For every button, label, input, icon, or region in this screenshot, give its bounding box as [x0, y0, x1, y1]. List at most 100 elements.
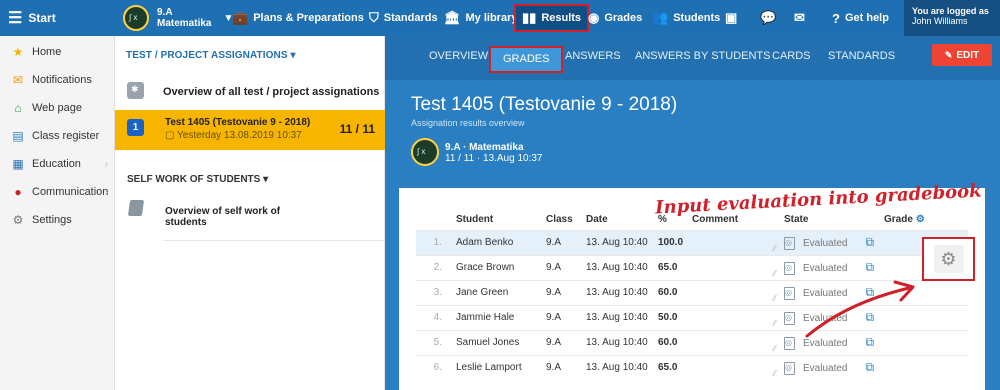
- external-link-icon[interactable]: ⧉: [865, 360, 874, 374]
- student-name: Grace Brown: [452, 254, 542, 280]
- comment-field[interactable]: [688, 354, 780, 380]
- nav-plans-preparations[interactable]: 💼 Plans & Preparations: [232, 0, 364, 36]
- assignations-dropdown[interactable]: TEST / PROJECT ASSIGNATIONS ▾: [126, 50, 296, 61]
- comment-field[interactable]: [688, 279, 780, 305]
- start-menu-button[interactable]: ☰ Start: [0, 0, 115, 36]
- state-label: Evaluated: [803, 237, 848, 249]
- grade-input-button[interactable]: ⚙: [922, 237, 975, 281]
- overview-icon: [127, 82, 144, 99]
- class-selector[interactable]: 9.A Matematika ▼: [123, 4, 233, 32]
- score-percent: 60.0: [654, 279, 688, 305]
- nav-my-library[interactable]: 🏛 My library: [444, 0, 517, 36]
- header-date[interactable]: Date: [582, 210, 654, 230]
- assignation-count: 11 / 11: [339, 122, 375, 136]
- sidebar-item-settings[interactable]: ⚙ Settings: [0, 206, 114, 234]
- table-row[interactable]: 1. Adam Benko 9.A 13. Aug 10:40 100.0 Ev…: [416, 229, 968, 255]
- student-name: Leslie Lamport: [452, 354, 542, 380]
- book-icon: [127, 200, 145, 216]
- comment-field[interactable]: [688, 329, 780, 355]
- header-student[interactable]: Student: [452, 210, 542, 230]
- results-card: Student Class Date % Comment State Grade…: [399, 188, 985, 390]
- external-link-icon[interactable]: ⧉: [865, 260, 874, 274]
- user-account-menu[interactable]: You are logged as John Williams: [904, 0, 1000, 36]
- assignation-item-selected[interactable]: 1 Test 1405 (Testovanie 9 - 2018) ▢ Yest…: [115, 110, 385, 150]
- overview-all-assignations[interactable]: Overview of all test / project assignati…: [115, 76, 385, 110]
- class-name: 9.A: [157, 7, 173, 18]
- mail-button[interactable]: ✉: [794, 0, 810, 36]
- header-class[interactable]: Class: [542, 210, 582, 230]
- star-icon: ★: [12, 45, 24, 59]
- self-work-title: SELF WORK OF STUDENTS: [127, 174, 261, 185]
- tab-overview[interactable]: OVERVIEW: [429, 50, 488, 62]
- row-number: 4.: [416, 304, 452, 330]
- student-name: Adam Benko: [452, 229, 542, 255]
- table-row[interactable]: 2. Grace Brown 9.A 13. Aug 10:40 65.0 Ev…: [416, 254, 968, 280]
- sidebar-item-communication[interactable]: ● Communication ›: [0, 178, 114, 206]
- score-percent: 65.0: [654, 354, 688, 380]
- table-row[interactable]: 6. Leslie Lamport 9.A 13. Aug 10:40 65.0…: [416, 354, 968, 380]
- sidebar-item-label: Web page: [32, 102, 82, 114]
- sidebar-item-label: Communication: [32, 186, 109, 198]
- messages-button[interactable]: 💬: [760, 0, 781, 36]
- comment-field[interactable]: [688, 229, 780, 255]
- nav-label: Standards: [383, 12, 438, 24]
- external-link-icon[interactable]: ⧉: [865, 235, 874, 249]
- assignation-date-text: Yesterday 13.08.2019 10:37: [177, 130, 302, 141]
- sidebar-item-label: Settings: [32, 214, 72, 226]
- sidebar-item-home[interactable]: ★ Home: [0, 38, 114, 66]
- nav-students[interactable]: 👥 Students: [652, 0, 720, 36]
- state-cell: Evaluated ⧉: [780, 229, 880, 255]
- grades-icon: ◉: [588, 10, 600, 25]
- self-work-overview[interactable]: Overview of self work of students: [115, 198, 385, 240]
- sidebar-item-class-register[interactable]: ▤ Class register: [0, 122, 114, 150]
- edit-button[interactable]: ✎ EDIT: [932, 44, 992, 66]
- gear-icon: ⚙: [12, 213, 24, 227]
- sidebar-item-label: Notifications: [32, 74, 92, 86]
- nav-standards[interactable]: ⛉ Standards: [369, 0, 438, 36]
- document-icon: [784, 236, 795, 250]
- gear-icon: ⚙: [933, 245, 964, 273]
- main-content: OVERVIEW GRADES ANSWERS ANSWERS BY STUDE…: [385, 36, 1000, 390]
- get-help-button[interactable]: ? Get help: [832, 0, 889, 36]
- tab-cards[interactable]: CARDS: [772, 50, 811, 62]
- sidebar-item-education[interactable]: ▦ Education ›: [0, 150, 114, 178]
- class-info-meta: 11 / 11 · 13.Aug 10:37: [445, 153, 543, 164]
- hamburger-icon: ☰: [8, 10, 23, 27]
- student-class: 9.A: [542, 329, 582, 355]
- comment-field[interactable]: [688, 304, 780, 330]
- score-percent: 65.0: [654, 254, 688, 280]
- nav-grades[interactable]: ◉ Grades: [588, 0, 642, 36]
- self-work-dropdown[interactable]: SELF WORK OF STUDENTS ▾: [127, 174, 268, 185]
- caret-down-icon: ▾: [263, 174, 269, 185]
- logged-as-label: You are logged as: [912, 6, 989, 16]
- state-cell: Evaluated ⧉: [780, 254, 880, 280]
- comment-field[interactable]: [688, 254, 780, 280]
- assignation-number-badge: 1: [127, 119, 144, 136]
- score-percent: 50.0: [654, 304, 688, 330]
- pencil-icon: ✎: [944, 49, 953, 60]
- nav-label: Students: [673, 12, 721, 24]
- divider: [163, 240, 385, 241]
- sidebar-item-web-page[interactable]: ⌂ Web page: [0, 94, 114, 122]
- gear-icon[interactable]: ⚙: [916, 214, 925, 225]
- book-icon: ▤: [12, 129, 24, 143]
- sidebar-item-label: Class register: [32, 130, 100, 142]
- sidebar-item-notifications[interactable]: ✉ Notifications: [0, 66, 114, 94]
- nav-label: Results: [541, 12, 582, 24]
- nav-label: My library: [465, 12, 518, 24]
- tab-standards[interactable]: STANDARDS: [828, 50, 895, 62]
- student-class: 9.A: [542, 254, 582, 280]
- tab-answers-by-students[interactable]: ANSWERS BY STUDENTS: [635, 50, 771, 62]
- education-icon: ▦: [12, 157, 24, 171]
- question-icon: ?: [832, 10, 840, 26]
- self-work-label: Overview of self work of students: [165, 206, 281, 228]
- grade-cell[interactable]: [880, 354, 968, 380]
- nav-results[interactable]: ▮▮ Results: [514, 4, 590, 32]
- state-label: Evaluated: [803, 262, 848, 274]
- tab-answers[interactable]: ANSWERS: [565, 50, 621, 62]
- overview-label: Overview of all test / project assignati…: [163, 86, 380, 98]
- tab-grades[interactable]: GRADES: [489, 46, 564, 73]
- screen-share-button[interactable]: ▣: [725, 0, 742, 36]
- assignation-date: ▢ Yesterday 13.08.2019 10:37: [165, 130, 302, 141]
- students-icon: 👥: [652, 10, 669, 25]
